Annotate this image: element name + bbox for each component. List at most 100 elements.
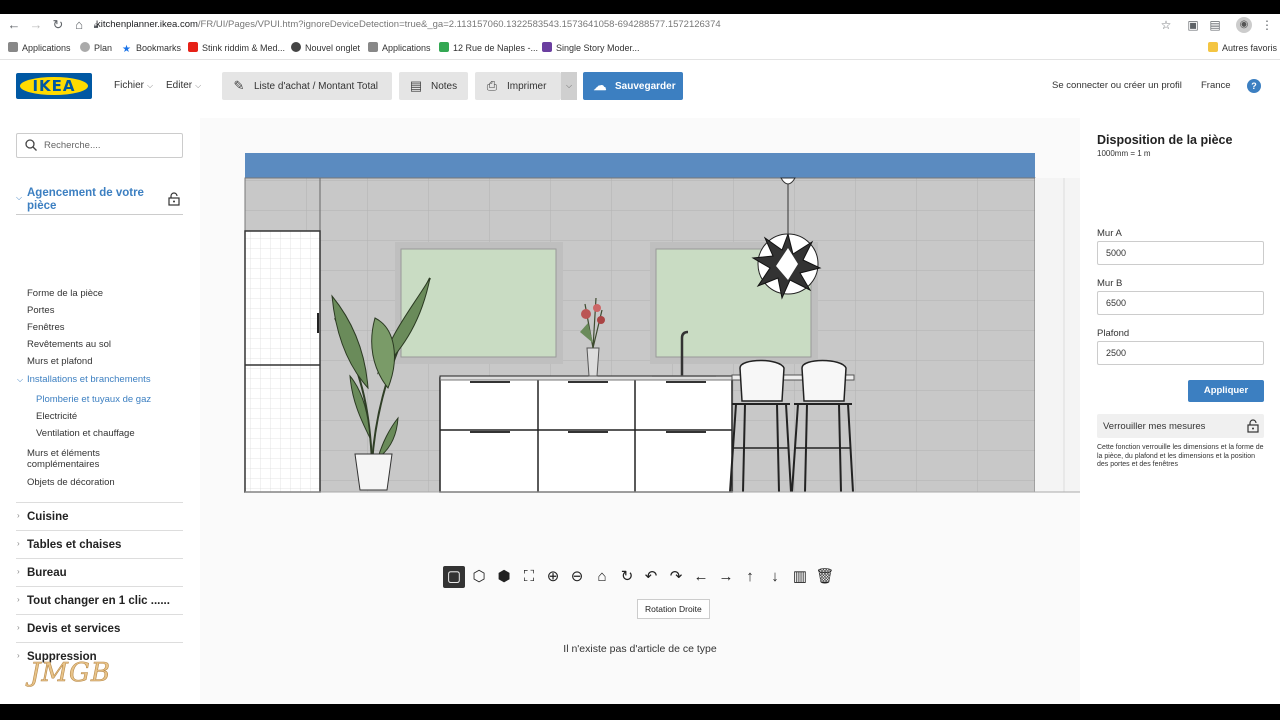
print-dropdown[interactable]: ⌵ xyxy=(561,72,577,100)
bookmark-item[interactable]: Single Story Moder... xyxy=(542,41,640,55)
star-icon[interactable]: ☆ xyxy=(1158,17,1174,33)
notes-button[interactable]: ▤ Notes xyxy=(399,72,468,100)
arrow-up-icon[interactable]: ↑ xyxy=(739,566,761,588)
section-title[interactable]: Agencement de votre pièce xyxy=(27,187,155,213)
site-icon xyxy=(542,42,552,52)
home-icon[interactable]: ⌂ xyxy=(591,566,613,588)
rotate-icon[interactable]: ↻ xyxy=(616,566,638,588)
sidebar-item-room-shape[interactable]: Forme de la pièce xyxy=(27,288,103,299)
category-change-all[interactable]: › Tout changer en 1 clic ...... xyxy=(16,586,183,614)
divider xyxy=(16,214,183,215)
sidebar-item-decoration[interactable]: Objets de décoration xyxy=(27,477,115,488)
sidebar-item-wall-elements[interactable]: Murs et éléments complémentaires xyxy=(27,448,137,470)
room-layout-panel: Disposition de la pièce 1000mm = 1 m Mur… xyxy=(1080,118,1280,704)
apps-icon xyxy=(8,42,18,52)
zoom-fit-icon[interactable]: ⛶ xyxy=(518,566,540,588)
forward-icon[interactable]: → xyxy=(28,17,44,33)
unlock-icon[interactable] xyxy=(168,192,180,206)
zoom-out-icon[interactable]: ⊖ xyxy=(566,566,588,588)
wall-b-input[interactable]: 6500 xyxy=(1097,291,1264,315)
bookmark-item[interactable]: Applications xyxy=(368,41,431,55)
chevron-down-icon[interactable]: ⌵ xyxy=(16,193,22,203)
help-icon[interactable]: ? xyxy=(1247,79,1261,93)
reload-icon[interactable]: ↻ xyxy=(50,17,66,33)
sidebar-item-ventilation[interactable]: Ventilation et chauffage xyxy=(36,428,135,439)
3d-box-icon[interactable]: ⬡ xyxy=(468,566,490,588)
sidebar-item-plumbing[interactable]: Plomberie et tuyaux de gaz xyxy=(36,394,151,405)
bookmark-item[interactable]: 12 Rue de Naples -... xyxy=(439,41,538,55)
wall-a-input[interactable]: 5000 xyxy=(1097,241,1264,265)
lock-measures-toggle[interactable]: Verrouiller mes mesures xyxy=(1097,414,1264,438)
wall-a-label: Mur A xyxy=(1097,228,1122,239)
ikea-logo[interactable]: IKEA xyxy=(16,73,92,99)
empty-message: Il n'existe pas d'article de ce type xyxy=(563,643,717,655)
bookmark-item[interactable]: Applications xyxy=(8,41,71,55)
bookmark-item[interactable]: Stink riddim & Med... xyxy=(188,41,285,55)
chevron-right-icon: › xyxy=(17,623,20,632)
rotate-right-icon[interactable]: ↷ xyxy=(665,566,687,588)
chevron-down-icon: ⌵ xyxy=(195,81,202,90)
edit-list-icon: ✎ xyxy=(233,78,245,93)
menu-file[interactable]: Fichier ⌵ xyxy=(114,80,153,91)
bookmark-item[interactable]: Plan xyxy=(80,41,112,55)
home-icon[interactable]: ⌂ xyxy=(71,17,87,33)
chevron-down-icon[interactable]: ⌵ xyxy=(17,374,23,385)
menu-dots-icon[interactable]: ⋮ xyxy=(1259,17,1275,33)
wall-elevation-view[interactable] xyxy=(200,118,1080,498)
globe-icon xyxy=(80,42,90,52)
design-canvas[interactable]: ▢ ⬡ ⬢ ⛶ ⊕ ⊖ ⌂ ↻ ↶ ↷ ← → ↑ ↓ ▥ 🗑︎ Rotatio… xyxy=(200,118,1080,704)
chevron-right-icon: › xyxy=(17,595,20,604)
rotate-left-icon[interactable]: ↶ xyxy=(640,566,662,588)
search-input[interactable]: Recherche.... xyxy=(16,133,183,158)
arrow-down-icon[interactable]: ↓ xyxy=(764,566,786,588)
zoom-in-icon[interactable]: ⊕ xyxy=(542,566,564,588)
scale-note: 1000mm = 1 m xyxy=(1097,149,1151,158)
sidebar-item-walls-ceiling[interactable]: Murs et plafond xyxy=(27,356,92,367)
floorplan-icon[interactable]: ▥ xyxy=(789,566,811,588)
menu-edit[interactable]: Editer ⌵ xyxy=(166,80,201,91)
watermark: JMGB xyxy=(30,658,111,689)
search-placeholder: Recherche.... xyxy=(44,140,101,151)
window[interactable] xyxy=(400,248,557,358)
arrow-right-icon[interactable]: → xyxy=(715,566,737,588)
profile-avatar[interactable]: ◉ xyxy=(1236,17,1252,33)
signin-link[interactable]: Se connecter ou créer un profil xyxy=(1052,80,1182,91)
sidebar-item-floors[interactable]: Revêtements au sol xyxy=(27,339,111,350)
3d-solid-icon[interactable]: ⬢ xyxy=(493,566,515,588)
cloud-upload-icon: ☁ xyxy=(593,78,607,93)
sidebar-item-doors[interactable]: Portes xyxy=(27,305,54,316)
sidebar-item-windows[interactable]: Fenêtres xyxy=(27,322,65,333)
bookmarks-bar: Applications Plan ★ Bookmarks Stink riddi… xyxy=(0,38,1280,58)
apply-button[interactable]: Appliquer xyxy=(1188,380,1264,402)
shopping-list-button[interactable]: ✎ Liste d'achat / Montant Total xyxy=(222,72,392,100)
chevron-right-icon: › xyxy=(17,539,20,548)
bookmark-folder[interactable]: Autres favoris xyxy=(1208,41,1277,55)
sidebar-item-installations[interactable]: Installations et branchements xyxy=(27,374,151,385)
tall-cabinet[interactable] xyxy=(244,230,321,493)
back-icon[interactable]: ← xyxy=(6,17,22,33)
ceiling-band xyxy=(245,153,1035,178)
sidebar-item-electricity[interactable]: Electricité xyxy=(36,411,77,422)
bookmark-item[interactable]: Nouvel onglet xyxy=(291,41,360,55)
apps-icon xyxy=(368,42,378,52)
country-selector[interactable]: France xyxy=(1201,80,1231,91)
search-icon xyxy=(25,139,37,151)
category-office[interactable]: › Bureau xyxy=(16,558,183,586)
ceiling-input[interactable]: 2500 xyxy=(1097,341,1264,365)
arrow-left-icon[interactable]: ← xyxy=(690,566,712,588)
tab-search-icon[interactable]: ▤ xyxy=(1207,17,1223,33)
save-button[interactable]: ☁ Sauvegarder xyxy=(583,72,683,100)
youtube-icon xyxy=(188,42,198,52)
url-field[interactable]: kitchenplanner.ikea.com/FR/UI/Pages/VPUI… xyxy=(96,16,1156,34)
panel-title: Disposition de la pièce xyxy=(1097,133,1233,147)
base-cabinets[interactable] xyxy=(439,375,733,493)
2d-view-icon[interactable]: ▢ xyxy=(443,566,465,588)
category-quotes[interactable]: › Devis et services xyxy=(16,614,183,642)
trash-icon[interactable]: 🗑︎ xyxy=(814,566,836,588)
print-button[interactable]: ⎙ Imprimer xyxy=(475,72,561,100)
category-tables-chairs[interactable]: › Tables et chaises xyxy=(16,530,183,558)
extension-icon[interactable]: ▣ xyxy=(1185,17,1201,33)
category-kitchen[interactable]: › Cuisine xyxy=(16,502,183,530)
bookmark-item[interactable]: ★ Bookmarks xyxy=(122,41,181,55)
chevron-down-icon: ⌵ xyxy=(565,81,573,90)
